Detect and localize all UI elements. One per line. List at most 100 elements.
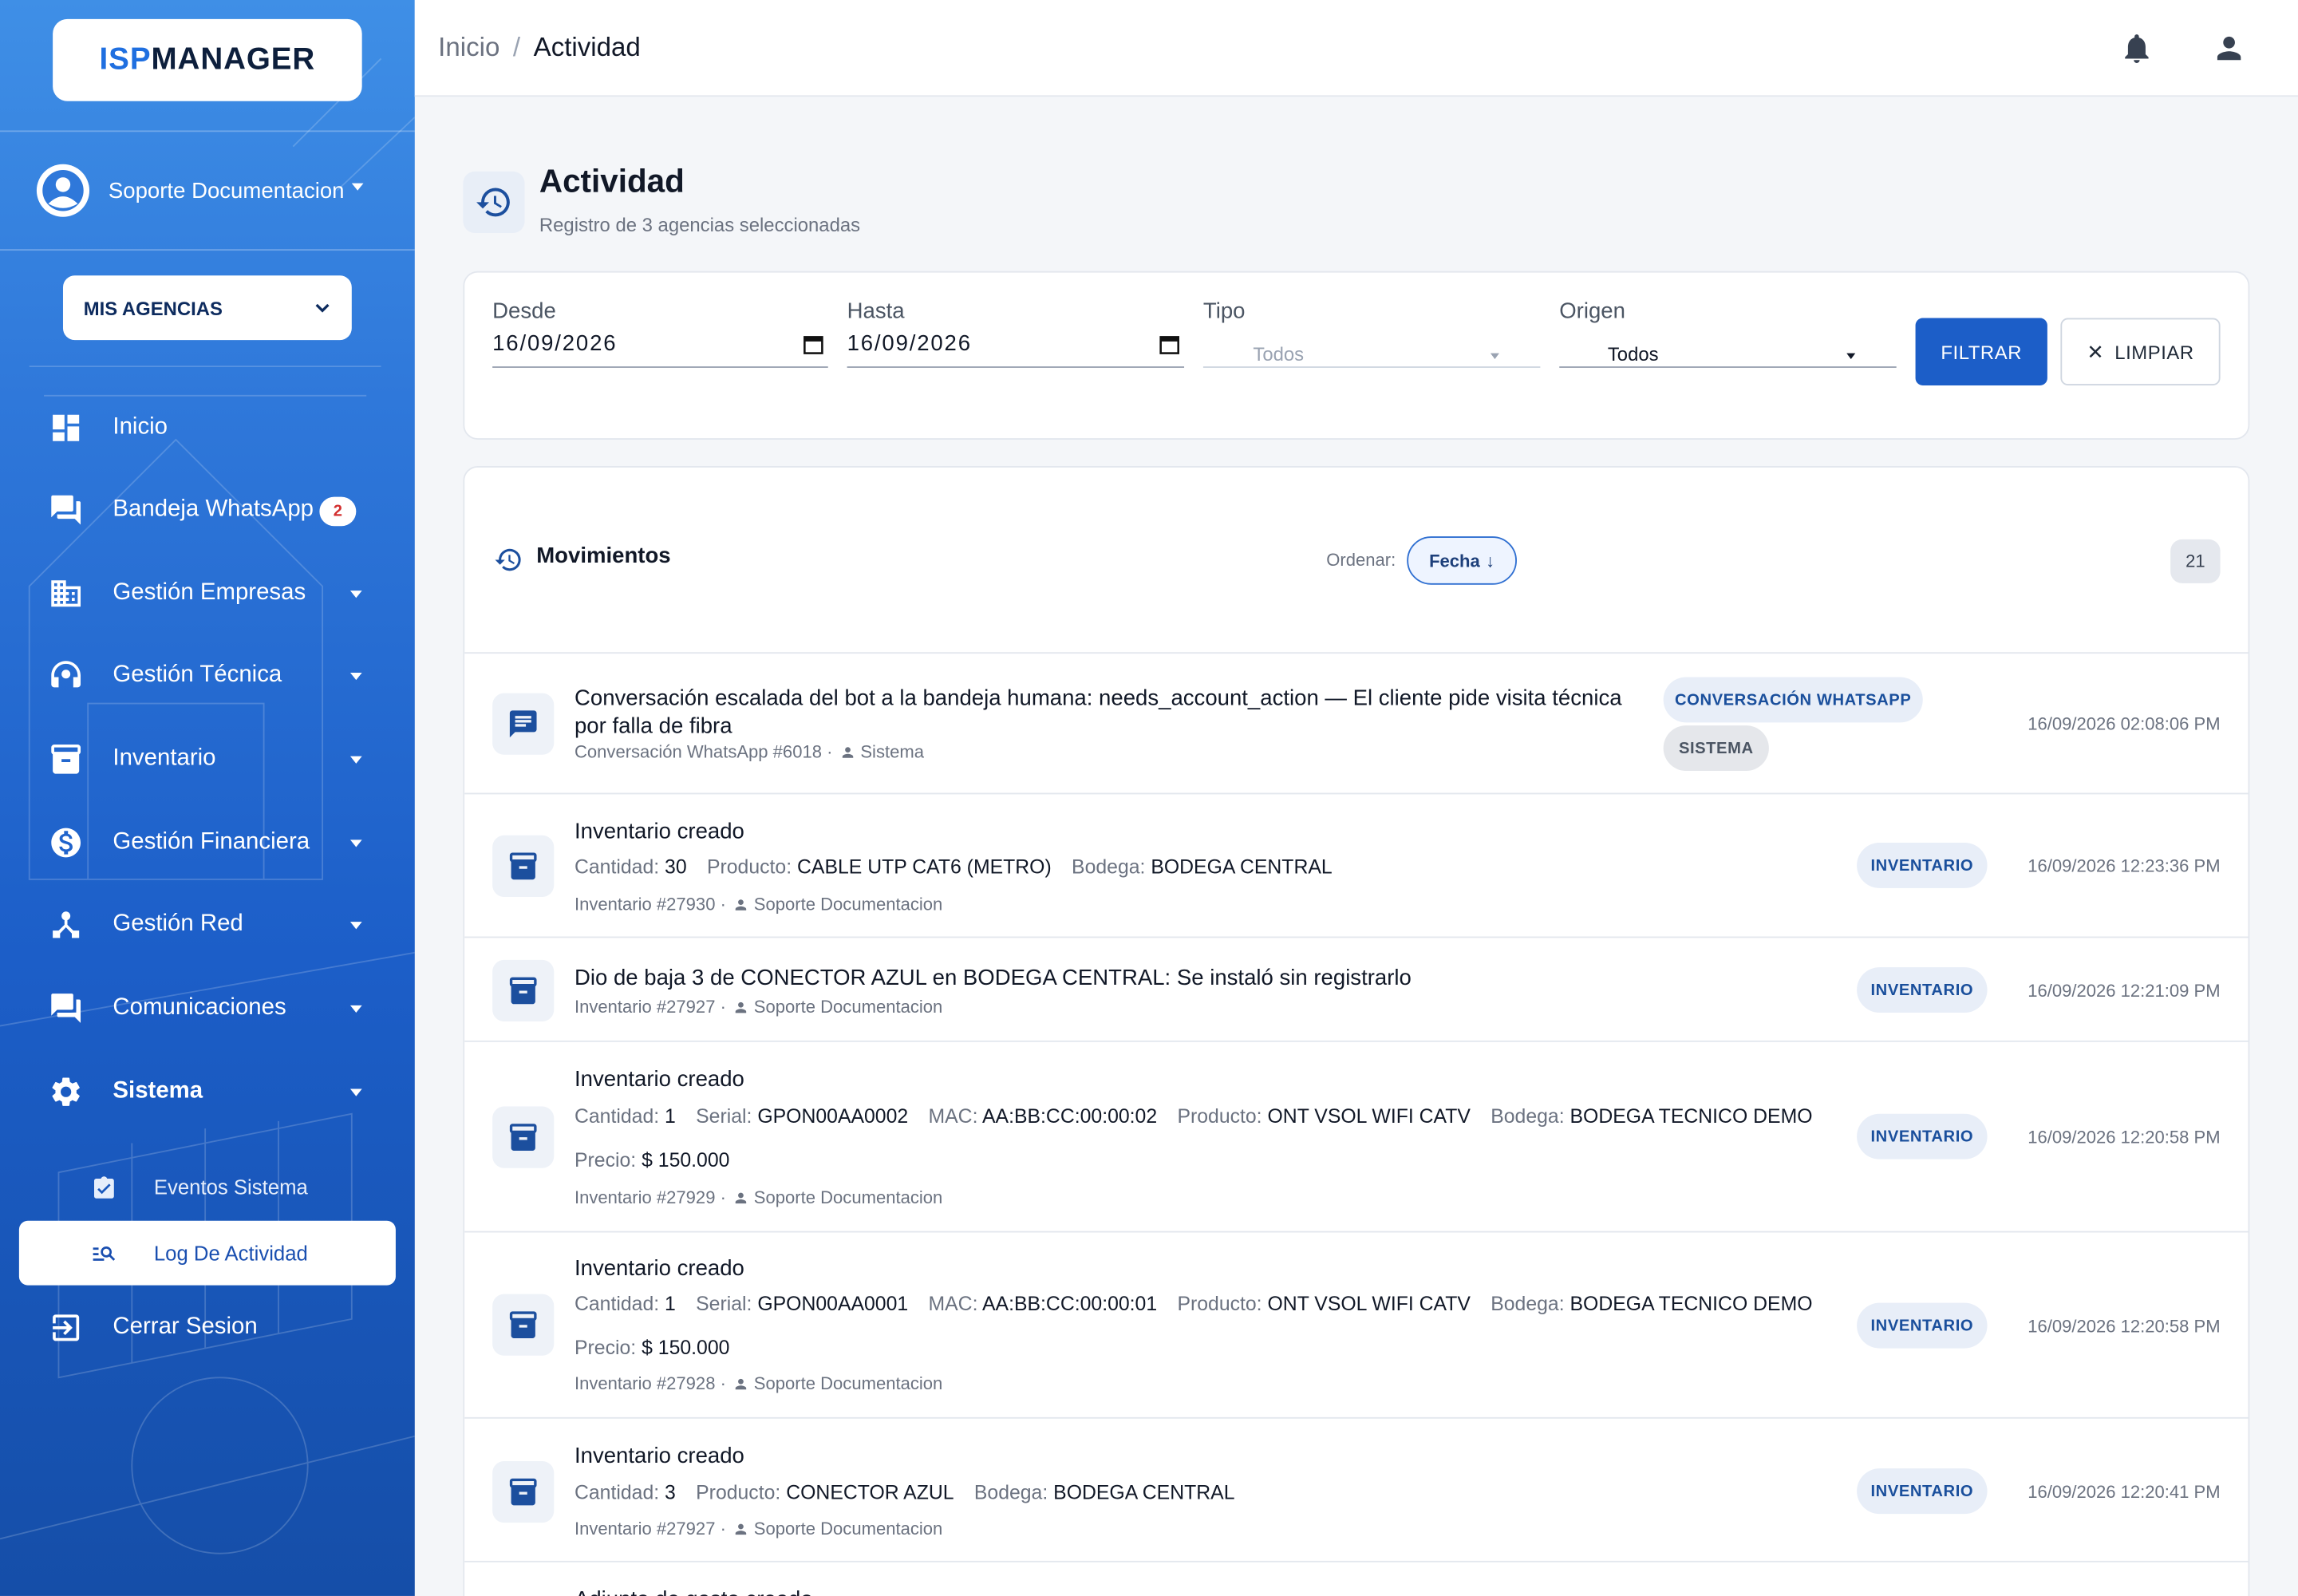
field-value: GPON00AA0001 [757, 1292, 909, 1315]
field-value: ONT VSOL WIFI CATV [1267, 1292, 1471, 1315]
row-icon [492, 1460, 555, 1523]
nav-sublabel-eventos-sistema: Eventos Sistema [153, 1175, 308, 1199]
clear-button[interactable]: ✕ LIMPIAR [2060, 318, 2221, 385]
bell-icon[interactable] [2119, 31, 2154, 66]
row-actor: Soporte Documentacion [753, 1518, 943, 1539]
row-icon [492, 835, 555, 897]
arrow-down-icon: ↓ [1486, 550, 1495, 571]
desde-date-field[interactable]: Desde 16/09/2026 [492, 298, 828, 368]
nav-item-gestion-tecnica[interactable]: Gestión Técnica [0, 646, 415, 705]
row-meta: Inventario #27928 · Soporte Documentacio… [574, 1373, 942, 1394]
row-actor: Soporte Documentacion [753, 996, 943, 1017]
origin-chip: SISTEMA [1663, 725, 1769, 771]
row-actor: Soporte Documentacion [753, 1187, 943, 1208]
field-value: 1 [665, 1104, 676, 1128]
order-by-date-button[interactable]: Fecha ↓ [1407, 536, 1517, 585]
chat-icon [51, 994, 81, 1023]
hasta-label: Hasta [847, 298, 905, 324]
calendar-icon[interactable] [804, 334, 824, 355]
user-menu[interactable]: Soporte Documentacion [36, 164, 389, 217]
nav-item-gestion-empresas[interactable]: Gestión Empresas [0, 564, 415, 622]
row-meta: Inventario #27927 · Soporte Documentacio… [574, 1519, 942, 1539]
nav-label-cerrar-sesion: Cerrar Sesion [113, 1314, 258, 1340]
nav-item-bandeja-whatsapp[interactable]: Bandeja WhatsApp 2 [0, 480, 415, 539]
row-price: Precio: $ 150.000 [574, 1149, 744, 1171]
row-timestamp: 16/09/2026 12:20:41 PM [2028, 1481, 2221, 1503]
nav-label-gestion-red: Gestión Red [113, 911, 243, 937]
origen-select[interactable]: Origen Todos [1559, 298, 1897, 368]
activity-row[interactable]: Adjunto de gasto creado [464, 1560, 2249, 1596]
type-chip: INVENTARIO [1857, 1468, 1988, 1515]
nav-item-sistema[interactable]: Sistema [0, 1062, 415, 1120]
activity-row[interactable]: Inventario creado Cantidad: 1 Serial: GP… [464, 1040, 2249, 1233]
row-reference[interactable]: Inventario #27929 · [574, 1187, 726, 1208]
person-icon [736, 1191, 747, 1203]
row-reference[interactable]: Conversación WhatsApp #6018 · [574, 741, 832, 762]
breadcrumb-home[interactable]: Inicio [438, 32, 499, 61]
row-title: Dio de baja 3 de CONECTOR AZUL en BODEGA… [574, 966, 1412, 991]
field-value: $ 150.000 [642, 1148, 730, 1171]
desde-label: Desde [492, 298, 556, 324]
nav-item-inventario[interactable]: Inventario [0, 730, 415, 788]
row-reference[interactable]: Inventario #27927 · [574, 997, 726, 1017]
app-logo[interactable]: ISP MANAGER [53, 18, 362, 101]
nav-sublabel-log-de-actividad: Log De Actividad [153, 1241, 308, 1265]
field-value: CABLE UTP CAT6 (METRO) [797, 855, 1052, 879]
origen-label: Origen [1559, 298, 1625, 324]
message-icon [509, 710, 537, 738]
calendar-icon[interactable] [1159, 334, 1180, 355]
account-icon[interactable] [2212, 31, 2247, 66]
archive-icon [509, 977, 537, 1005]
activity-row[interactable]: Conversación escalada del bot a la bande… [464, 652, 2249, 795]
hasta-date-field[interactable]: Hasta 16/09/2026 [847, 298, 1185, 368]
hasta-value[interactable]: 16/09/2026 [847, 331, 972, 356]
archive-icon [509, 1478, 537, 1506]
dashboard-icon [53, 414, 80, 441]
nav-subitem-log-de-actividad[interactable]: Log De Actividad [18, 1220, 396, 1286]
person-icon [736, 1523, 747, 1535]
avatar [36, 164, 90, 217]
nav-item-inicio[interactable]: Inicio [0, 399, 415, 457]
origen-underline [1559, 366, 1897, 368]
activity-row[interactable]: Inventario creado Cantidad: 30 Producto:… [464, 792, 2249, 938]
field-key: Bodega: [1072, 855, 1146, 879]
row-reference[interactable]: Inventario #27928 · [574, 1373, 726, 1394]
row-timestamp: 16/09/2026 12:23:36 PM [2028, 855, 2221, 877]
field-value: ONT VSOL WIFI CATV [1267, 1104, 1471, 1128]
field-value: BODEGA TECNICO DEMO [1570, 1292, 1813, 1315]
row-reference[interactable]: Inventario #27930 · [574, 894, 726, 915]
field-key: Producto: [696, 1481, 781, 1504]
caret-down-icon [351, 183, 364, 191]
row-icon [492, 959, 555, 1022]
nav-item-comunicaciones[interactable]: Comunicaciones [0, 979, 415, 1037]
money-icon [51, 828, 81, 858]
row-title: Inventario creado [574, 1443, 744, 1469]
desde-value[interactable]: 16/09/2026 [492, 331, 617, 356]
activity-row[interactable]: Inventario creado Cantidad: 3 Producto: … [464, 1416, 2249, 1562]
filter-button[interactable]: FILTRAR [1915, 318, 2047, 385]
nav-item-gestion-financiera[interactable]: Gestión Financiera [0, 813, 415, 871]
page-title: Actividad [539, 162, 685, 200]
sidebar-divider [0, 130, 415, 132]
nav-item-cerrar-sesion[interactable]: Cerrar Sesion [0, 1298, 415, 1357]
field-key: Cantidad: [574, 855, 660, 879]
movements-title: Movimientos [536, 543, 671, 569]
nav-subitem-eventos-sistema[interactable]: Eventos Sistema [0, 1158, 415, 1216]
agency-selector[interactable]: MIS AGENCIAS [62, 275, 352, 341]
activity-row[interactable]: Dio de baja 3 de CONECTOR AZUL en BODEGA… [464, 936, 2249, 1042]
row-fields: Cantidad: 3 Producto: CONECTOR AZUL Bode… [574, 1482, 1250, 1504]
nav-item-gestion-red[interactable]: Gestión Red [0, 895, 415, 954]
field-key: Producto: [1177, 1104, 1262, 1128]
nav-label-gestion-financiera: Gestión Financiera [113, 829, 310, 855]
activity-row[interactable]: Inventario creado Cantidad: 1 Serial: GP… [464, 1231, 2249, 1419]
top-bar: Inicio / Actividad [414, 0, 2298, 97]
row-reference[interactable]: Inventario #27927 · [574, 1519, 726, 1539]
desde-underline [492, 366, 828, 368]
page-subtitle: Registro de 3 agencias seleccionadas [539, 214, 861, 236]
tipo-select[interactable]: Tipo Todos [1202, 299, 1541, 368]
field-value: 3 [665, 1481, 676, 1504]
nav-label-comunicaciones: Comunicaciones [113, 994, 286, 1021]
agency-selector-label: MIS AGENCIAS [83, 296, 223, 319]
nav-label-sistema: Sistema [113, 1078, 203, 1104]
type-chip: INVENTARIO [1857, 967, 1988, 1013]
